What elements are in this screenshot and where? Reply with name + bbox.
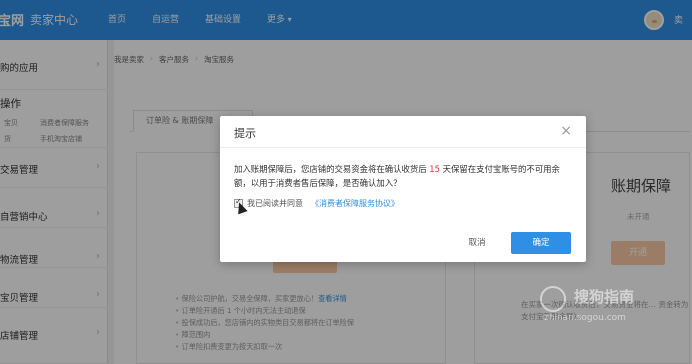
close-icon[interactable]: × [560, 123, 572, 139]
agree-label: 我已阅读并同意 [247, 199, 303, 208]
watermark: 搜狗指南 zhinan.sogou.com [540, 286, 690, 328]
confirm-dialog: 提示 × 加入账期保障后，您店铺的交易资金将在确认收货后 15 天保留在支付宝账… [220, 116, 586, 262]
agreement-row: 我已阅读并同意 《消费者保障服务协议》 [234, 197, 399, 209]
dialog-title: 提示 [234, 127, 256, 140]
dialog-message: 加入账期保障后，您店铺的交易资金将在确认收货后 15 天保留在支付宝账号的不可用… [234, 162, 570, 190]
confirm-button[interactable]: 确定 [511, 232, 571, 254]
watermark-text: 搜狗指南 [574, 288, 635, 306]
days-highlight: 15 [429, 164, 440, 174]
agreement-link[interactable]: 《消费者保障服务协议》 [311, 198, 399, 209]
cancel-button[interactable]: 取消 [454, 233, 500, 253]
message-text: 加入账期保障后，您店铺的交易资金将在确认收货后 [234, 164, 427, 174]
dialog-header: 提示 × [220, 116, 586, 148]
watermark-url: zhinan.sogou.com [544, 313, 626, 323]
watermark-logo-icon [540, 286, 566, 312]
